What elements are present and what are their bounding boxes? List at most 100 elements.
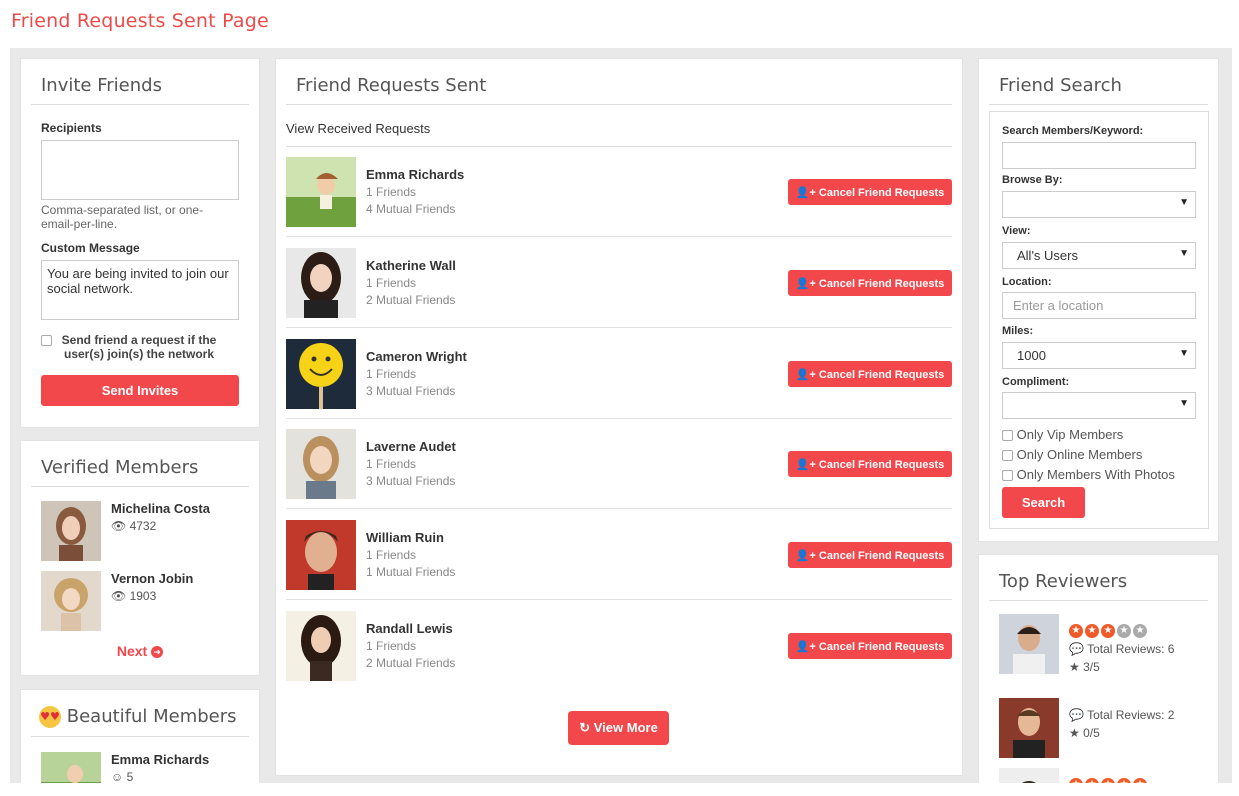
- verified-members-title: Verified Members: [31, 441, 249, 487]
- page-title: Friend Requests Sent Page: [11, 10, 269, 32]
- request-avatar[interactable]: [286, 520, 356, 590]
- star-filled-icon: ★: [1085, 624, 1099, 638]
- eye-icon: 👁: [111, 519, 127, 533]
- next-link[interactable]: Next ➜: [21, 643, 259, 659]
- member-views: 👁 4732: [111, 519, 156, 533]
- friend-search-form: Search Members/Keyword: Browse By: ▼ Vie…: [989, 111, 1209, 529]
- miles-select[interactable]: 1000 ▼: [1002, 342, 1196, 369]
- invite-friends-title: Invite Friends: [31, 59, 249, 105]
- member-name[interactable]: Vernon Jobin: [111, 571, 193, 586]
- cancel-label: Cancel Friend Requests: [818, 458, 945, 471]
- star-filled-icon: ★: [1085, 778, 1099, 783]
- checkbox[interactable]: [1002, 470, 1013, 482]
- verified-member-item[interactable]: Vernon Jobin 👁 1903: [41, 571, 241, 633]
- user-plus-icon: 👤+: [795, 549, 816, 562]
- star-rating: ★★★★★: [1069, 774, 1149, 783]
- request-friends: 1 Friends: [366, 639, 417, 653]
- verified-member-item[interactable]: Michelina Costa 👁 4732: [41, 501, 241, 563]
- request-name[interactable]: Randall Lewis: [366, 621, 453, 636]
- request-name[interactable]: Cameron Wright: [366, 349, 467, 364]
- reviewer-total: 💬 Total Reviews: 6: [1069, 642, 1174, 656]
- beautiful-members-title: ♥♥ Beautiful Members: [31, 690, 249, 737]
- request-name[interactable]: Emma Richards: [366, 167, 464, 182]
- request-avatar[interactable]: [286, 248, 356, 318]
- view-received-link[interactable]: View Received Requests: [286, 121, 430, 136]
- search-button[interactable]: Search: [1002, 487, 1085, 518]
- reviewer-item: ★★★★★: [999, 768, 1199, 783]
- keyword-input[interactable]: [1002, 142, 1196, 169]
- reviewer-avatar[interactable]: [999, 614, 1059, 674]
- cancel-request-button[interactable]: 👤+ Cancel Friend Requests: [788, 270, 952, 296]
- views-count: 4732: [129, 519, 157, 533]
- cancel-request-button[interactable]: 👤+ Cancel Friend Requests: [788, 633, 952, 659]
- reviewer-avatar[interactable]: [999, 698, 1059, 758]
- views-count: 1903: [129, 589, 157, 603]
- location-input[interactable]: Enter a location: [1002, 292, 1196, 319]
- member-avatar[interactable]: [41, 501, 101, 561]
- verified-members-panel: Verified Members Michelina Costa 👁 4732 …: [20, 440, 260, 676]
- send-request-checkbox[interactable]: [41, 335, 52, 346]
- smile-count: 5: [126, 770, 134, 783]
- request-mutual: 2 Mutual Friends: [366, 293, 456, 307]
- cancel-request-button[interactable]: 👤+ Cancel Friend Requests: [788, 451, 952, 477]
- request-row: Randall Lewis 1 Friends 2 Mutual Friends…: [286, 601, 952, 691]
- request-name[interactable]: William Ruin: [366, 530, 444, 545]
- beautiful-member-item[interactable]: Emma Richards ☺ 5: [41, 752, 241, 783]
- comments-icon: 💬: [1069, 642, 1084, 656]
- caret-down-icon: ▼: [1179, 398, 1189, 409]
- request-friends: 1 Friends: [366, 276, 417, 290]
- top-reviewers-title: Top Reviewers: [989, 555, 1208, 601]
- smile-icon: ☺: [111, 770, 124, 783]
- online-members-option[interactable]: Only Online Members: [1002, 447, 1142, 462]
- request-row: William Ruin 1 Friends 1 Mutual Friends …: [286, 510, 952, 600]
- member-count: ☺ 5: [111, 770, 133, 783]
- vip-members-label: Only Vip Members: [1016, 427, 1124, 442]
- main-canvas: Invite Friends Recipients Comma-separate…: [10, 48, 1232, 783]
- request-avatar[interactable]: [286, 429, 356, 499]
- beautiful-members-panel: ♥♥ Beautiful Members Emma Richards ☺ 5: [20, 689, 260, 783]
- user-plus-icon: 👤+: [795, 277, 816, 290]
- request-friends: 1 Friends: [366, 548, 417, 562]
- star-empty-icon: ★: [1133, 624, 1147, 638]
- cancel-request-button[interactable]: 👤+ Cancel Friend Requests: [788, 361, 952, 387]
- member-name[interactable]: Michelina Costa: [111, 501, 210, 516]
- total-reviews: Total Reviews: 2: [1087, 708, 1175, 722]
- view-more-button[interactable]: ↻ View More: [568, 711, 669, 745]
- star-filled-icon: ★: [1101, 778, 1115, 783]
- top-reviewers-panel: Top Reviewers ★ ★ ★ ★ ★ 💬 Total Reviews: 6 ★…: [978, 554, 1219, 783]
- browse-by-select[interactable]: ▼: [1002, 191, 1196, 218]
- compliment-select[interactable]: ▼: [1002, 392, 1196, 419]
- friend-requests-panel: Friend Requests Sent View Received Reque…: [275, 58, 963, 776]
- miles-value: 1000: [1017, 348, 1046, 363]
- view-select[interactable]: All's Users ▼: [1002, 242, 1196, 269]
- star-filled-icon: ★: [1101, 624, 1115, 638]
- request-avatar[interactable]: [286, 157, 356, 227]
- recipients-input[interactable]: [41, 140, 239, 200]
- member-avatar[interactable]: [41, 571, 101, 631]
- online-members-label: Only Online Members: [1016, 447, 1143, 462]
- checkbox[interactable]: [1002, 430, 1013, 442]
- total-reviews: Total Reviews: 6: [1087, 642, 1175, 656]
- miles-label: Miles:: [1002, 325, 1034, 337]
- member-avatar[interactable]: [41, 752, 101, 783]
- request-avatar[interactable]: [286, 339, 356, 409]
- member-name[interactable]: Emma Richards: [111, 752, 209, 767]
- cancel-label: Cancel Friend Requests: [818, 186, 945, 199]
- cancel-request-button[interactable]: 👤+ Cancel Friend Requests: [788, 542, 952, 568]
- star-filled-icon: ★: [1117, 778, 1131, 783]
- custom-message-input[interactable]: You are being invited to join our social…: [41, 260, 239, 320]
- checkbox[interactable]: [1002, 450, 1013, 462]
- photos-members-option[interactable]: Only Members With Photos: [1002, 467, 1175, 482]
- request-avatar[interactable]: [286, 611, 356, 681]
- caret-down-icon: ▼: [1179, 248, 1189, 259]
- recipients-label: Recipients: [41, 121, 102, 135]
- reviewer-avatar[interactable]: [999, 768, 1059, 783]
- friend-search-panel: Friend Search Search Members/Keyword: Br…: [978, 58, 1219, 542]
- send-invites-button[interactable]: Send Invites: [41, 375, 239, 406]
- cancel-label: Cancel Friend Requests: [818, 277, 945, 290]
- request-name[interactable]: Katherine Wall: [366, 258, 456, 273]
- request-name[interactable]: Laverne Audet: [366, 439, 456, 454]
- view-label: View:: [1002, 225, 1031, 237]
- cancel-request-button[interactable]: 👤+ Cancel Friend Requests: [788, 179, 952, 205]
- vip-members-option[interactable]: Only Vip Members: [1002, 427, 1123, 442]
